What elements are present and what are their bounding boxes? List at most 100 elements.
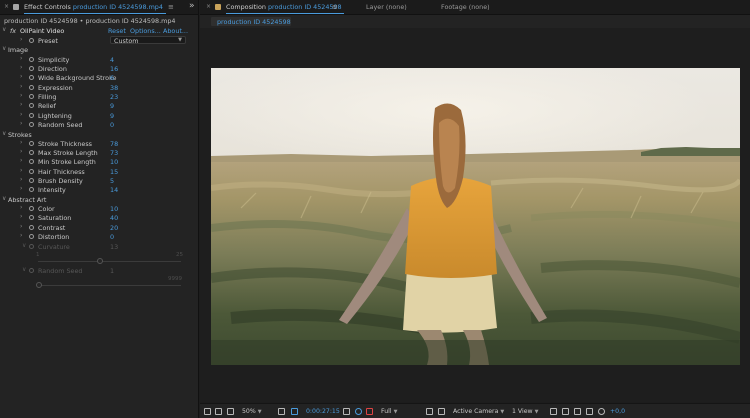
param-value[interactable]: 10 xyxy=(110,205,118,213)
view-layout-dropdown[interactable]: 1 View ▼ xyxy=(512,408,538,415)
group-image[interactable]: ∨ Image xyxy=(0,45,198,54)
stopwatch-icon[interactable] xyxy=(29,159,34,164)
about-link[interactable]: About... xyxy=(163,27,188,35)
stopwatch-icon[interactable] xyxy=(29,141,34,146)
stopwatch-icon[interactable] xyxy=(29,122,34,127)
param-value[interactable]: 20 xyxy=(110,224,118,232)
expand-icon[interactable]: › xyxy=(20,92,22,99)
stopwatch-icon[interactable] xyxy=(29,113,34,118)
always-preview-icon[interactable] xyxy=(204,408,211,415)
expand-icon[interactable]: › xyxy=(20,185,22,192)
vr-icon[interactable] xyxy=(215,408,222,415)
effect-controls-tab[interactable]: Effect Controls production ID 4524598.mp… xyxy=(24,3,163,11)
preview-icon[interactable] xyxy=(586,408,593,415)
param-value[interactable]: 10 xyxy=(110,158,118,166)
toggle-pixel-aspect-icon[interactable] xyxy=(550,408,557,415)
stopwatch-icon[interactable] xyxy=(29,150,34,155)
lock-icon[interactable] xyxy=(13,4,19,10)
close-tab-icon[interactable]: × xyxy=(4,3,9,10)
expand-icon[interactable]: › xyxy=(20,232,22,239)
param-value[interactable]: 4 xyxy=(110,56,114,64)
exposure-icon[interactable] xyxy=(598,408,605,415)
stopwatch-icon[interactable] xyxy=(29,215,34,220)
expand-icon[interactable]: › xyxy=(20,167,22,174)
expand-icon[interactable]: › xyxy=(20,139,22,146)
stopwatch-icon[interactable] xyxy=(29,187,34,192)
collapse-effect-icon[interactable]: ∨ xyxy=(2,26,6,33)
expand-panels-icon[interactable]: » xyxy=(189,1,195,11)
stopwatch-icon[interactable] xyxy=(29,85,34,90)
panel-menu-icon[interactable]: ≡ xyxy=(168,3,174,11)
expand-icon[interactable]: › xyxy=(20,204,22,211)
param-value[interactable]: 0 xyxy=(110,233,114,241)
transparency-grid-icon[interactable] xyxy=(438,408,445,415)
reset-link[interactable]: Reset xyxy=(108,27,126,35)
fx-toggle[interactable]: fx xyxy=(10,27,16,35)
panel-menu-icon[interactable]: ≡ xyxy=(332,3,338,11)
expand-icon[interactable]: › xyxy=(20,55,22,62)
composition-subtab[interactable]: production ID 4524598 xyxy=(211,17,291,26)
chevron-down-icon[interactable]: ∨ xyxy=(2,195,6,202)
stopwatch-icon[interactable] xyxy=(29,206,34,211)
video-frame[interactable] xyxy=(211,68,740,365)
param-value[interactable]: 16 xyxy=(110,65,118,73)
options-link[interactable]: Options... xyxy=(130,27,161,35)
stopwatch-icon[interactable] xyxy=(29,234,34,239)
expand-icon[interactable]: › xyxy=(20,64,22,71)
exposure-value[interactable]: +0,0 xyxy=(610,408,625,415)
zoom-dropdown[interactable]: 50% ▼ xyxy=(242,408,262,415)
group-strokes[interactable]: ∨ Strokes xyxy=(0,130,198,139)
fast-previews-icon[interactable] xyxy=(426,408,433,415)
resolution-grid-icon[interactable] xyxy=(278,408,285,415)
stopwatch-icon[interactable] xyxy=(29,169,34,174)
param-value[interactable]: 6 xyxy=(110,74,114,82)
param-value[interactable]: 9 xyxy=(110,112,114,120)
toggle-mask-icon[interactable] xyxy=(562,408,569,415)
chevron-down-icon[interactable]: ∨ xyxy=(2,130,6,137)
stopwatch-icon[interactable] xyxy=(29,178,34,183)
expand-icon[interactable]: › xyxy=(20,83,22,90)
region-of-interest-icon[interactable] xyxy=(291,408,298,415)
reset-exposure-icon[interactable] xyxy=(574,408,581,415)
param-value[interactable]: 23 xyxy=(110,93,118,101)
color-management-icon[interactable] xyxy=(366,408,373,415)
expand-icon[interactable]: › xyxy=(20,213,22,220)
expand-icon[interactable]: › xyxy=(20,157,22,164)
expand-icon[interactable]: › xyxy=(20,176,22,183)
preset-dropdown[interactable]: Custom ▼ xyxy=(110,36,186,45)
expand-icon[interactable]: › xyxy=(20,73,22,80)
expand-icon[interactable]: › xyxy=(20,101,22,108)
stopwatch-icon[interactable] xyxy=(29,57,34,62)
param-value[interactable]: 38 xyxy=(110,84,118,92)
expand-icon[interactable]: › xyxy=(20,120,22,127)
composition-viewer[interactable] xyxy=(200,28,750,402)
snapshot-icon[interactable] xyxy=(343,408,350,415)
close-tab-icon[interactable]: × xyxy=(206,3,211,10)
param-value[interactable]: 0 xyxy=(110,121,114,129)
stopwatch-icon[interactable] xyxy=(29,66,34,71)
param-value[interactable]: 9 xyxy=(110,102,114,110)
resolution-dropdown[interactable]: Full ▼ xyxy=(381,408,397,415)
chevron-down-icon[interactable]: ∨ xyxy=(2,45,6,52)
param-value[interactable]: 5 xyxy=(110,177,114,185)
show-channel-icon[interactable] xyxy=(355,408,362,415)
footage-tab[interactable]: Footage (none) xyxy=(441,3,490,11)
expand-icon[interactable]: › xyxy=(20,148,22,155)
stopwatch-icon[interactable] xyxy=(29,103,34,108)
stopwatch-icon[interactable] xyxy=(29,75,34,80)
layer-tab[interactable]: Layer (none) xyxy=(366,3,407,11)
stopwatch-icon[interactable] xyxy=(29,225,34,230)
glasses-icon[interactable] xyxy=(227,408,234,415)
param-value[interactable]: 15 xyxy=(110,168,118,176)
current-time[interactable]: 0:00:27:15 xyxy=(306,408,340,415)
param-value[interactable]: 78 xyxy=(110,140,118,148)
param-value[interactable]: 73 xyxy=(110,149,118,157)
camera-dropdown[interactable]: Active Camera ▼ xyxy=(453,408,504,415)
expand-icon[interactable]: › xyxy=(20,223,22,230)
param-value[interactable]: 40 xyxy=(110,214,118,222)
group-abstract-art[interactable]: ∨ Abstract Art xyxy=(0,195,198,204)
stopwatch-icon[interactable] xyxy=(29,38,34,43)
param-value[interactable]: 14 xyxy=(110,186,118,194)
expand-icon[interactable]: › xyxy=(20,111,22,118)
composition-tab[interactable]: Composition production ID 4524598 xyxy=(226,3,342,11)
